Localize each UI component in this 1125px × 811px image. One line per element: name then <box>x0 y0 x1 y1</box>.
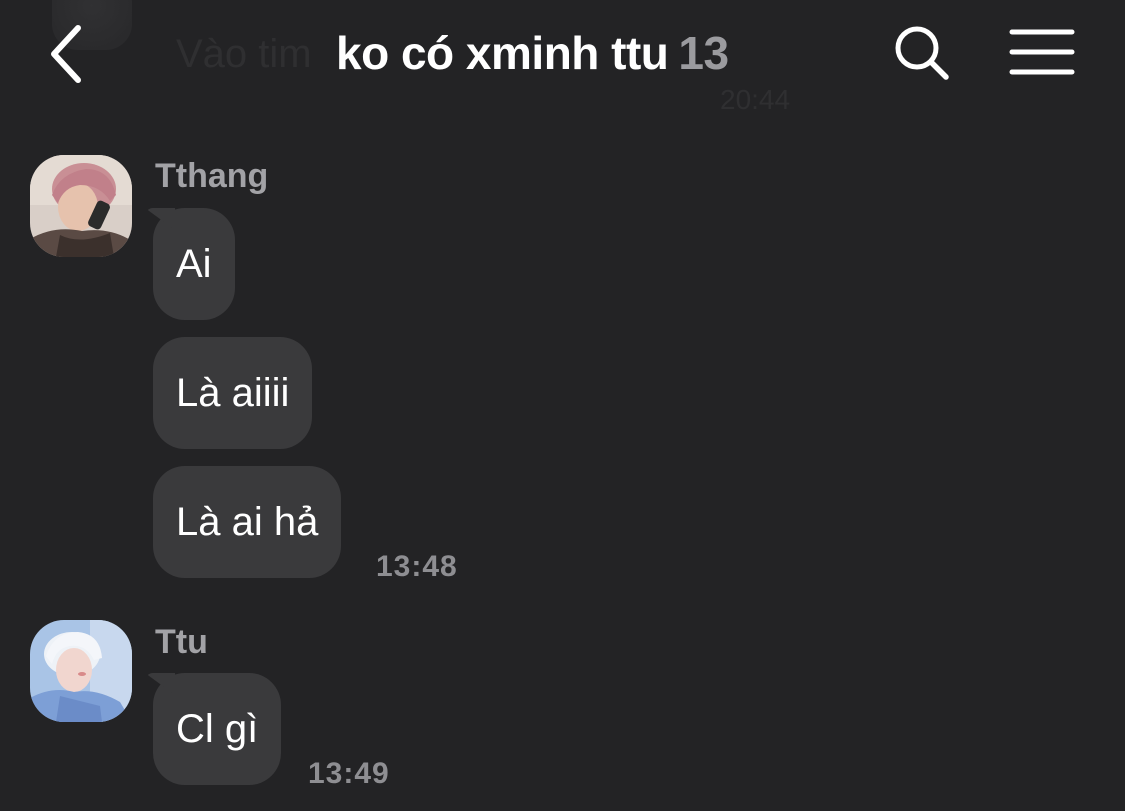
message-bubble[interactable]: Cl gì <box>153 673 282 785</box>
message-bubble[interactable]: Là ai hả <box>153 466 342 578</box>
message-timestamp: 13:48 <box>376 550 458 583</box>
avatar-photo-icon <box>30 620 132 722</box>
message-text: Là ai hả <box>176 500 319 544</box>
avatar-photo-icon <box>30 155 132 257</box>
chat-header: ko có xminh ttu 13 <box>0 0 1125 110</box>
message-bubble[interactable]: Là aiiii <box>153 337 313 449</box>
menu-button[interactable] <box>1008 26 1076 80</box>
avatar[interactable] <box>30 155 132 257</box>
message-text: Ai <box>176 242 212 286</box>
chat-title[interactable]: ko có xminh ttu 13 <box>336 26 729 80</box>
member-count: 13 <box>678 27 729 79</box>
message-timestamp: 13:49 <box>308 757 390 790</box>
search-icon <box>895 26 949 80</box>
back-button[interactable] <box>40 22 100 86</box>
message-text: Là aiiii <box>176 371 290 415</box>
avatar[interactable] <box>30 620 132 722</box>
sender-name: Ttu <box>155 623 208 661</box>
hamburger-menu-icon <box>1009 29 1075 75</box>
chevron-left-icon <box>51 25 81 83</box>
sender-name: Tthang <box>155 157 269 195</box>
chat-screen: Vào tim 20:44 ko có xminh ttu 13 Tthang … <box>0 0 1125 811</box>
search-button[interactable] <box>890 22 954 86</box>
group-name: ko có xminh ttu <box>336 27 669 79</box>
message-text: Cl gì <box>176 707 259 751</box>
message-bubble[interactable]: Ai <box>153 208 235 320</box>
